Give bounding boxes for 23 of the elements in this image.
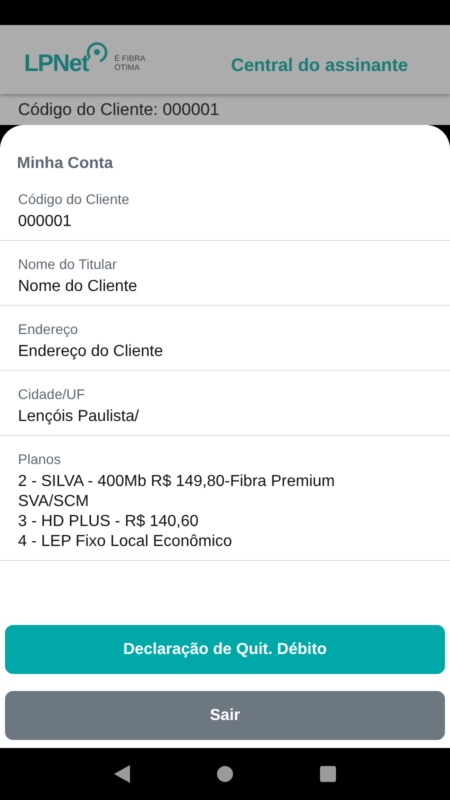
field-value: 4 - LEP Fixo Local Econômico: [18, 532, 234, 552]
sheet-title: Minha Conta: [16, 155, 114, 174]
field-value: Nome do Cliente: [18, 277, 138, 297]
field-value: 3 - HD PLUS - R$ 140,60: [18, 512, 200, 532]
field-label: Endereço: [18, 321, 79, 337]
back-icon[interactable]: [114, 765, 130, 783]
field-label: Planos: [18, 451, 62, 467]
client-code-text: Código do Cliente: 000001: [18, 100, 220, 119]
field-value: 2 - SILVA - 400Mb R$ 149,80-Fibra Premium SVA/SCM: [18, 472, 336, 512]
action-button[interactable]: Sair: [5, 691, 445, 740]
recents-icon[interactable]: [320, 766, 336, 782]
field-value: 000001: [18, 212, 72, 232]
logo-tagline: É FIBRA: [114, 54, 146, 62]
field-label: Código do Cliente: [18, 191, 130, 207]
logo-tagline: ÓTIMA: [114, 62, 141, 72]
field-label: Cidade/UF: [18, 386, 86, 402]
field-label: Nome do Titular: [18, 256, 118, 272]
field-value: Lençóis Paulista/: [18, 407, 140, 427]
logo-wordmark: LPNet: [24, 50, 88, 78]
header-title: Central do assinante: [230, 55, 408, 76]
home-icon[interactable]: [216, 766, 233, 782]
field-value: Endereço do Cliente: [18, 342, 164, 362]
action-button[interactable]: Declaração de Quit. Débito: [5, 625, 445, 674]
